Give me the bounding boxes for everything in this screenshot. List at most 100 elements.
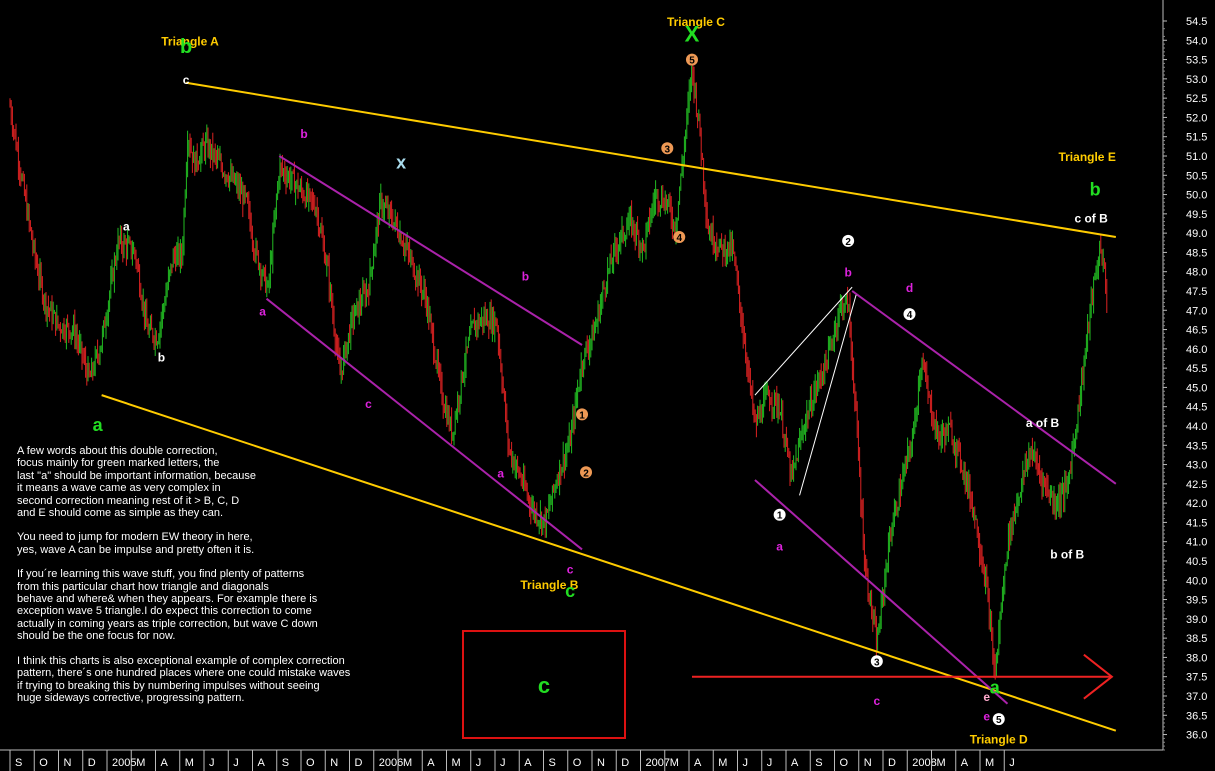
x-tick-label: O — [573, 757, 582, 769]
y-tick-label: 53.0 — [1186, 74, 1207, 86]
x-tick-label: S — [815, 757, 822, 769]
note-paragraph: A few words about this double correction… — [17, 445, 256, 520]
wave-label: a — [497, 466, 504, 480]
note-paragraph: If you´re learning this wave stuff, you … — [17, 568, 318, 643]
x-tick-label: 2008 — [912, 757, 936, 769]
y-tick-label: 41.5 — [1186, 517, 1207, 529]
wave-label: a — [259, 304, 266, 318]
x-tick-label: A — [161, 757, 169, 769]
x-tick-label: S — [15, 757, 22, 769]
analysis-notes: A few words about this double correction… — [17, 445, 417, 716]
x-tick-label: O — [840, 757, 849, 769]
y-tick-label: 48.0 — [1186, 267, 1207, 279]
x-tick-label: J — [1009, 757, 1015, 769]
note-paragraph: I think this charts is also exceptional … — [17, 654, 351, 704]
wave-number: 5 — [996, 715, 1002, 726]
y-tick-label: 42.0 — [1186, 498, 1207, 510]
wave-number: 3 — [874, 657, 880, 668]
y-tick-label: 48.5 — [1186, 247, 1207, 259]
y-tick-label: 52.5 — [1186, 93, 1207, 105]
x-tick-label: N — [64, 757, 72, 769]
y-tick-label: 54.5 — [1186, 16, 1207, 28]
x-tick-label: O — [39, 757, 48, 769]
y-tick-label: 51.0 — [1186, 151, 1207, 163]
wave-number: 3 — [665, 144, 671, 155]
wave-number: 4 — [907, 310, 913, 321]
x-tick-label: J — [743, 757, 749, 769]
y-tick-label: 50.0 — [1186, 190, 1207, 202]
y-tick-label: 45.5 — [1186, 363, 1207, 375]
note-paragraph: You need to jump for modern EW theory in… — [17, 531, 255, 556]
y-tick-label: 36.0 — [1186, 730, 1207, 742]
wave-number: 1 — [777, 511, 783, 522]
x-tick-label: A — [791, 757, 799, 769]
wave-label: b — [522, 270, 529, 284]
x-tick-label: 2005 — [112, 757, 136, 769]
x-tick-label: J — [209, 757, 215, 769]
wave-label: c — [873, 694, 880, 708]
wave-label: a — [990, 677, 1001, 697]
y-tick-label: 44.0 — [1186, 421, 1207, 433]
y-tick-label: 39.0 — [1186, 614, 1207, 626]
y-tick-label: 50.5 — [1186, 170, 1207, 182]
y-tick-label: 52.0 — [1186, 112, 1207, 124]
x-tick-label: D — [621, 757, 629, 769]
wave-label: c — [365, 397, 372, 411]
wave-label: c — [565, 581, 575, 601]
x-tick-label: A — [258, 757, 266, 769]
wave-label: c — [183, 73, 190, 87]
y-tick-label: 36.5 — [1186, 710, 1207, 722]
wave-label: X — [685, 21, 700, 46]
x-tick-label: M — [718, 757, 727, 769]
y-tick-label: 37.0 — [1186, 691, 1207, 703]
wave-label: b — [1090, 180, 1101, 200]
wave-number: 4 — [676, 233, 682, 244]
y-tick-label: 49.5 — [1186, 209, 1207, 221]
x-tick-label: M — [670, 757, 679, 769]
y-tick-label: 46.5 — [1186, 325, 1207, 337]
y-tick-label: 37.5 — [1186, 672, 1207, 684]
y-tick-label: 38.5 — [1186, 633, 1207, 645]
x-tick-label: D — [888, 757, 896, 769]
wave-label: e — [983, 709, 990, 723]
wave-label: b — [180, 36, 192, 58]
wave-number: 2 — [845, 237, 851, 248]
y-tick-label: 38.0 — [1186, 652, 1207, 664]
c-box-label: c — [538, 673, 550, 698]
y-tick-label: 53.5 — [1186, 55, 1207, 67]
x-tick-label: M — [452, 757, 461, 769]
x-tick-label: M — [403, 757, 412, 769]
x-tick-label: O — [306, 757, 315, 769]
wave-label: Triangle D — [970, 732, 1028, 746]
y-tick-label: 43.5 — [1186, 440, 1207, 452]
wave-label: Triangle E — [1058, 150, 1115, 164]
y-tick-label: 46.0 — [1186, 344, 1207, 356]
x-tick-label: A — [694, 757, 702, 769]
wave-label: b — [300, 127, 307, 141]
wave-number: 1 — [579, 410, 585, 421]
y-tick-label: 40.5 — [1186, 556, 1207, 568]
x-tick-label: M — [985, 757, 994, 769]
x-tick-label: N — [864, 757, 872, 769]
wave-label: b of B — [1050, 547, 1084, 561]
x-tick-label: S — [549, 757, 556, 769]
wave-label: c of B — [1074, 212, 1108, 226]
x-tick-label: M — [185, 757, 194, 769]
x-tick-label: J — [767, 757, 773, 769]
wave-label: b — [844, 266, 851, 280]
x-tick-label: D — [355, 757, 363, 769]
x-tick-label: N — [597, 757, 605, 769]
x-tick-label: A — [427, 757, 435, 769]
x-tick-label: J — [500, 757, 506, 769]
x-tick-label: J — [233, 757, 239, 769]
y-tick-label: 43.0 — [1186, 460, 1207, 472]
y-tick-label: 44.5 — [1186, 402, 1207, 414]
wave-label: b — [158, 351, 165, 365]
wave-number: 2 — [583, 468, 589, 479]
y-tick-label: 51.5 — [1186, 132, 1207, 144]
y-tick-label: 47.0 — [1186, 305, 1207, 317]
y-tick-label: 47.5 — [1186, 286, 1207, 298]
y-tick-label: 54.0 — [1186, 35, 1207, 47]
wave-label: a — [776, 540, 783, 554]
x-tick-label: D — [88, 757, 96, 769]
